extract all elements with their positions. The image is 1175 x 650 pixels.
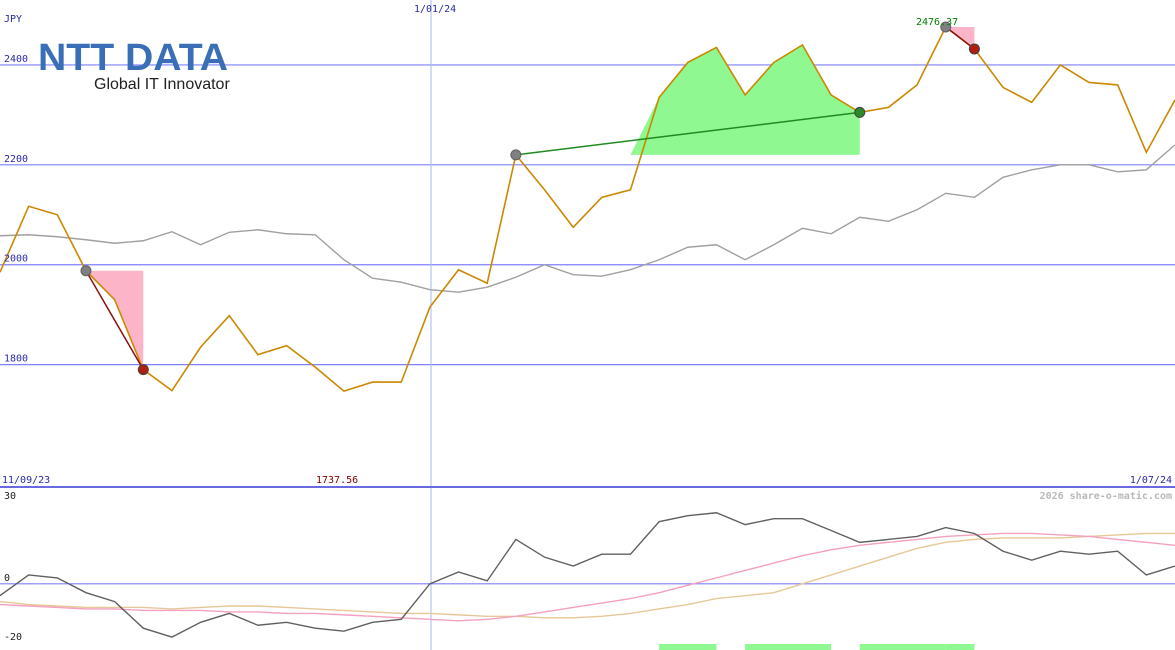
price-y-tick-labels: 1800 2000 2200 2400	[4, 54, 28, 365]
average-line	[0, 144, 1175, 293]
ntt-data-logo: NTT DATA Global IT Innovator	[38, 37, 230, 93]
volume-bar-1	[659, 644, 717, 650]
y-tick-label-2200: 2200	[4, 154, 28, 165]
trade-entry-marker-2	[510, 149, 522, 161]
date-label-mid: 1/01/24	[414, 4, 456, 15]
trade-exit-marker-2	[854, 106, 866, 118]
trade-entry-marker-1	[80, 265, 92, 277]
trade-exit-marker-3	[968, 43, 980, 55]
osc-tick-label-0: 0	[4, 573, 10, 584]
min-value-label: 1737.56	[316, 475, 358, 486]
y-tick-label-1800: 1800	[4, 354, 28, 365]
oscillator-panel: 30 0 -20 2026 share-o-matic.com	[0, 490, 1175, 650]
price-panel: 1800 2000 2200 2400 JPY 1/01/24 2476.37 173…	[0, 0, 1175, 650]
trade-exit-marker-1	[137, 364, 149, 376]
osc-tick-label-30: 30	[4, 491, 16, 502]
logo-wordmark: NTT DATA	[38, 37, 228, 79]
oscillator-y-tick-labels: 30 0 -20	[4, 491, 22, 643]
date-label-end: 1/07/24	[1130, 475, 1172, 486]
volume-bar-2	[745, 644, 832, 650]
oscillator-volume-bars	[659, 644, 975, 650]
volume-bar-4	[945, 644, 975, 650]
y-tick-label-2000: 2000	[4, 254, 28, 265]
logo-tagline: Global IT Innovator	[94, 76, 230, 93]
trade-fill-2	[515, 44, 860, 155]
oscillator-main-line	[0, 512, 1175, 638]
date-label-start: 11/09/23	[2, 475, 50, 486]
volume-bar-3	[859, 644, 946, 650]
price-gridlines	[0, 64, 1175, 366]
osc-tick-label--20: -20	[4, 632, 22, 643]
currency-label: JPY	[4, 14, 22, 25]
y-tick-label-2400: 2400	[4, 54, 28, 65]
max-value-label: 2476.37	[916, 17, 958, 28]
share-chart: 1800 2000 2200 2400 JPY 1/01/24 2476.37 173…	[0, 0, 1175, 650]
watermark: 2026 share-o-matic.com	[1040, 490, 1172, 502]
oscillator-pink-line	[0, 532, 1175, 622]
